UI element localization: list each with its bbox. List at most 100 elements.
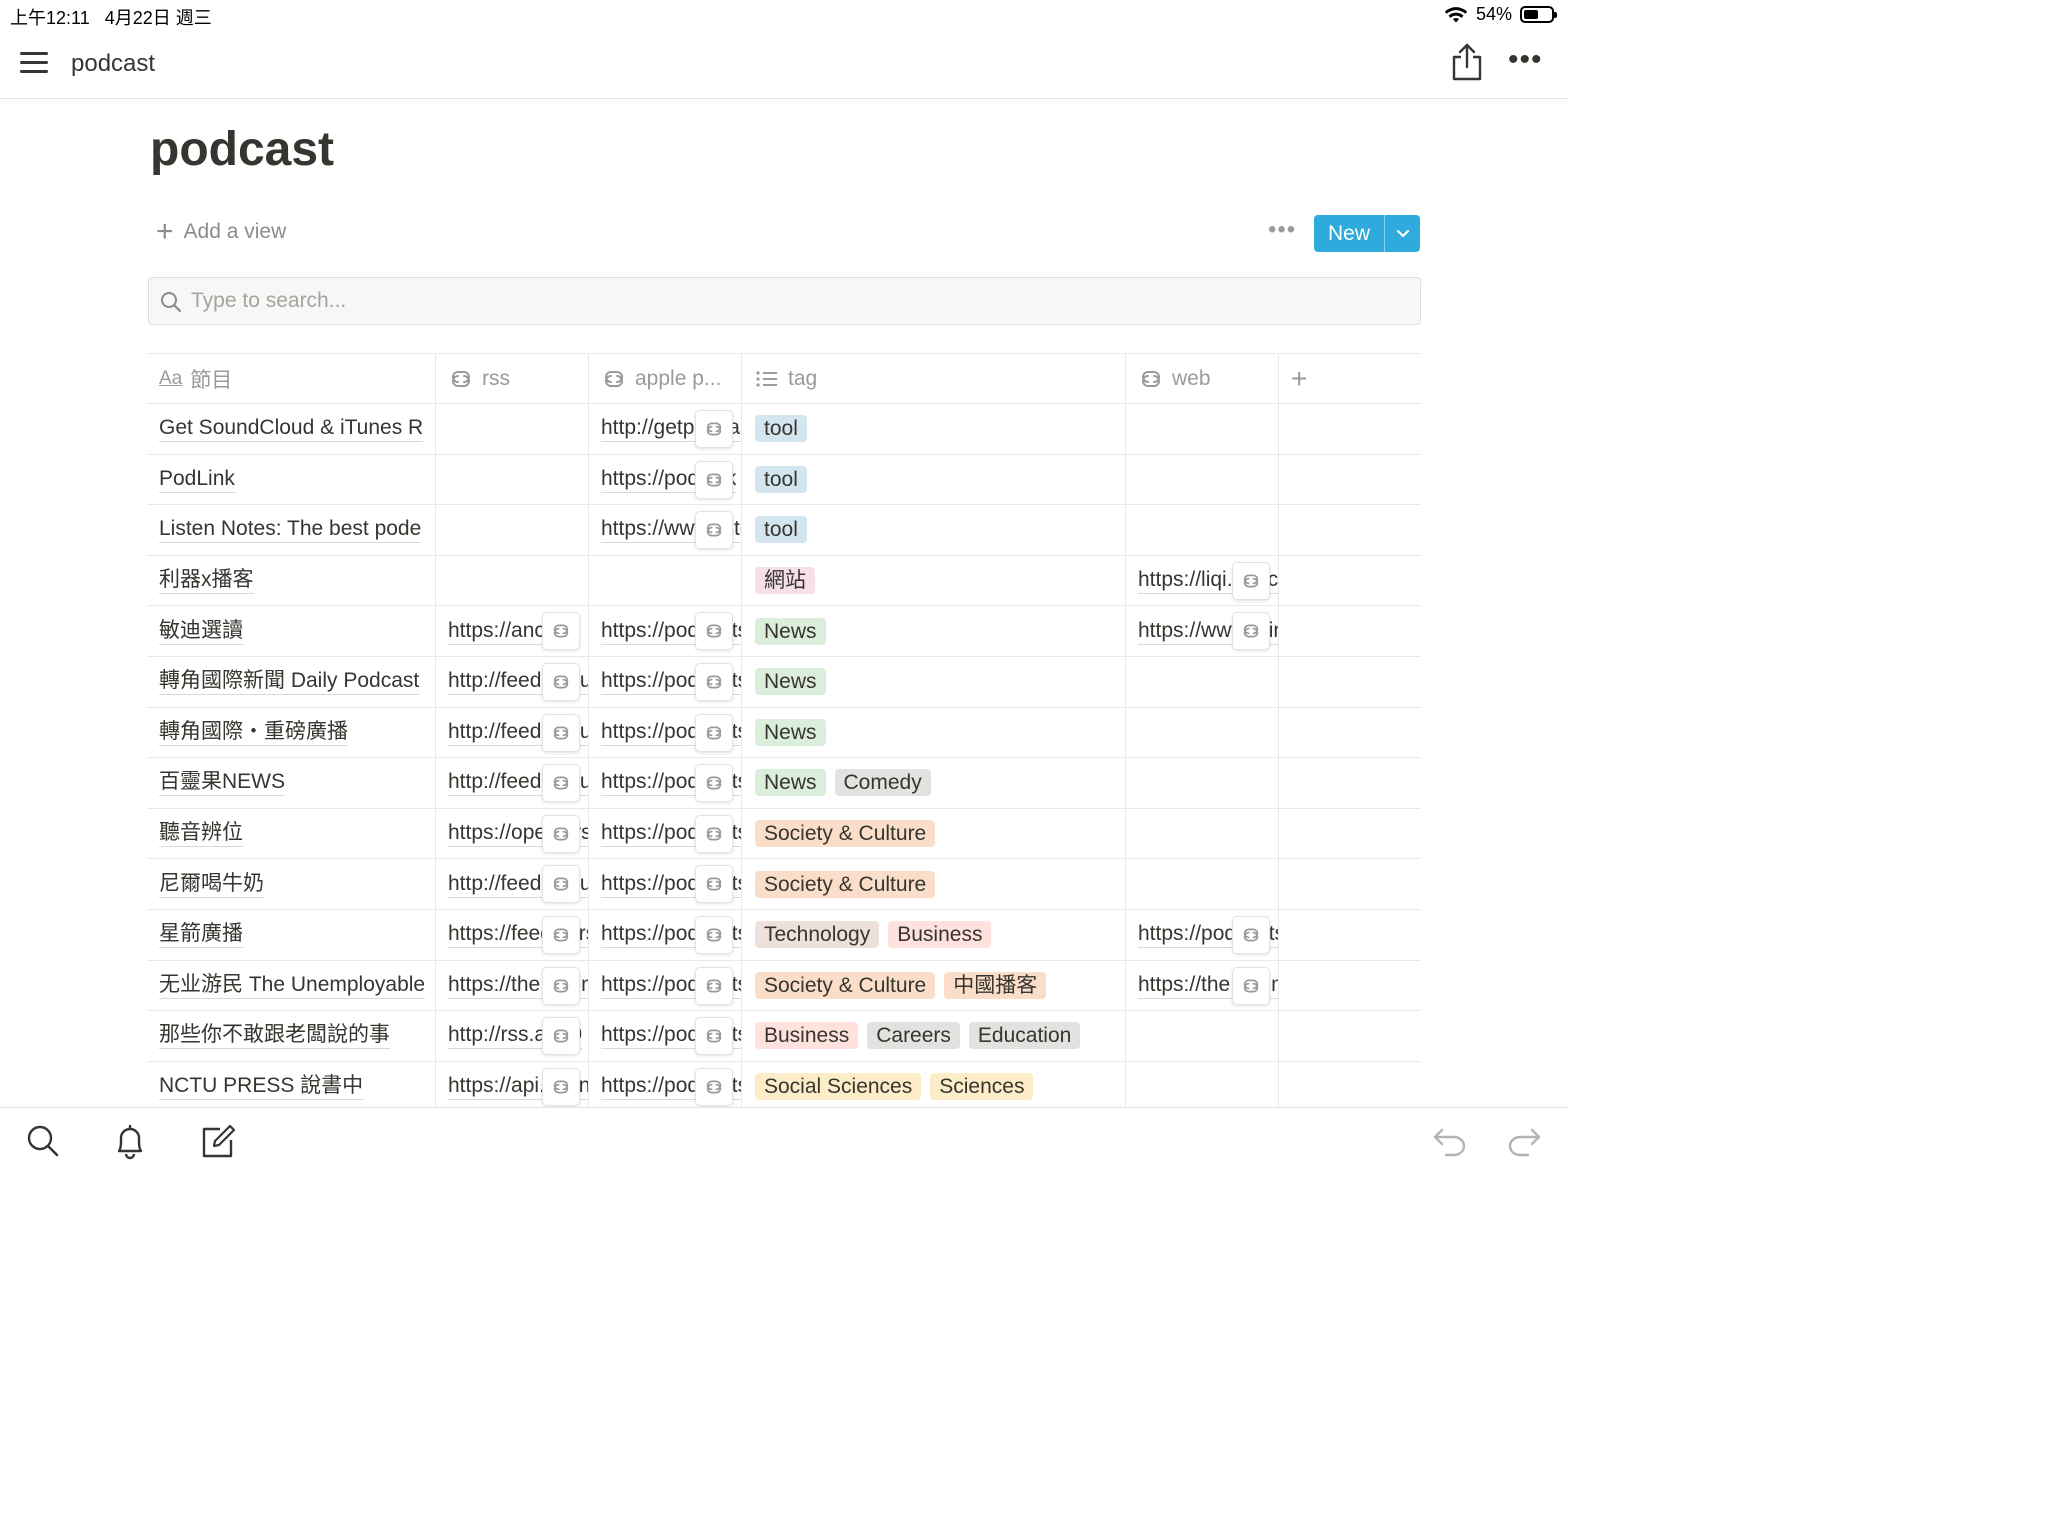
cell-apple[interactable]: https://podcasts bbox=[589, 707, 742, 758]
table-row[interactable]: 敏迪選讀 https://anchor https://podcasts New… bbox=[147, 606, 1421, 657]
cell-rss[interactable]: http://feeds.soundon bbox=[436, 758, 589, 808]
open-link-icon[interactable] bbox=[542, 662, 580, 701]
hamburger-menu-icon[interactable] bbox=[20, 50, 50, 76]
cell-rss[interactable] bbox=[436, 505, 589, 555]
table-row[interactable]: 轉角國際・重磅廣播 http://feeds.soundon https://p… bbox=[147, 707, 1421, 759]
cell-tag[interactable]: Technology Business bbox=[742, 909, 1126, 960]
cell-name[interactable]: 那些你不敢跟老闆說的事 bbox=[147, 1011, 436, 1061]
cell-tag[interactable]: News Comedy bbox=[742, 758, 1126, 808]
podcast-name[interactable]: 星箭廣播 bbox=[159, 921, 243, 949]
cell-web[interactable]: https://liqi.podcast bbox=[1126, 555, 1279, 606]
open-link-icon[interactable] bbox=[695, 865, 733, 904]
open-link-icon[interactable] bbox=[1232, 612, 1270, 651]
cell-web[interactable] bbox=[1126, 404, 1279, 454]
cell-apple[interactable]: https://podcasts bbox=[589, 808, 742, 859]
open-link-icon[interactable] bbox=[695, 612, 733, 651]
table-row[interactable]: Listen Notes: The best pode https://www.… bbox=[147, 505, 1421, 556]
cell-web[interactable] bbox=[1126, 707, 1279, 758]
column-header-rss[interactable]: rss bbox=[436, 354, 589, 404]
cell-apple[interactable]: https://podcasts bbox=[589, 606, 742, 656]
podcast-name[interactable]: PodLink bbox=[159, 466, 235, 493]
cell-tag[interactable]: Social Sciences Sciences bbox=[742, 1061, 1126, 1112]
podcast-name[interactable]: Listen Notes: The best pode bbox=[159, 516, 422, 544]
table-row[interactable]: 利器x播客 網站 https://liqi.podcast bbox=[147, 555, 1421, 607]
cell-rss[interactable]: https://feeds.firstory bbox=[436, 909, 589, 960]
open-link-icon[interactable] bbox=[695, 915, 733, 954]
cell-apple[interactable]: http://getpodcast bbox=[589, 404, 742, 454]
cell-name[interactable]: 无业游民 The Unemployable bbox=[147, 960, 436, 1011]
cell-tag[interactable]: 網站 bbox=[742, 555, 1126, 606]
new-button[interactable]: New bbox=[1314, 215, 1420, 252]
table-row[interactable]: 聽音辨位 https://open.firstory https://podca… bbox=[147, 808, 1421, 860]
open-link-icon[interactable] bbox=[1232, 915, 1270, 954]
cell-name[interactable]: Listen Notes: The best pode bbox=[147, 505, 436, 555]
cell-name[interactable]: 百靈果NEWS bbox=[147, 758, 436, 808]
cell-apple[interactable]: https://www.listennotes bbox=[589, 505, 742, 555]
podcast-name[interactable]: 轉角國際新聞 Daily Podcast bbox=[159, 668, 420, 696]
podcast-name[interactable]: 聽音辨位 bbox=[159, 820, 243, 848]
open-link-icon[interactable] bbox=[695, 1017, 733, 1056]
table-row[interactable]: 星箭廣播 https://feeds.firstory https://podc… bbox=[147, 909, 1421, 961]
cell-rss[interactable]: https://anchor bbox=[436, 606, 589, 656]
table-row[interactable]: 尼爾喝牛奶 http://feeds.soundon https://podca… bbox=[147, 859, 1421, 910]
open-link-icon[interactable] bbox=[695, 814, 733, 853]
cell-apple[interactable]: https://podcasts bbox=[589, 859, 742, 909]
open-link-icon[interactable] bbox=[542, 814, 580, 853]
cell-tag[interactable]: Society & Culture 中國播客 bbox=[742, 960, 1126, 1011]
cell-name[interactable]: PodLink bbox=[147, 454, 436, 505]
cell-tag[interactable]: News bbox=[742, 606, 1126, 656]
column-header-name[interactable]: Aa 節目 bbox=[147, 354, 436, 404]
cell-rss[interactable]: http://rss.art19 bbox=[436, 1011, 589, 1061]
open-link-icon[interactable] bbox=[542, 764, 580, 803]
cell-web[interactable] bbox=[1126, 656, 1279, 707]
add-view-button[interactable]: + Add a view bbox=[156, 217, 286, 247]
search-icon[interactable] bbox=[26, 1124, 60, 1158]
cell-name[interactable]: 尼爾喝牛奶 bbox=[147, 859, 436, 909]
open-link-icon[interactable] bbox=[542, 966, 580, 1005]
open-link-icon[interactable] bbox=[695, 460, 733, 499]
cell-rss[interactable]: http://feeds.soundon bbox=[436, 707, 589, 758]
table-row[interactable]: NCTU PRESS 說書中 https://api.soundon https… bbox=[147, 1061, 1421, 1113]
cell-apple[interactable]: https://podcasts bbox=[589, 909, 742, 960]
cell-rss[interactable]: https://open.firstory bbox=[436, 808, 589, 859]
open-link-icon[interactable] bbox=[1232, 561, 1270, 600]
cell-web[interactable]: https://the.unemployable bbox=[1126, 960, 1279, 1011]
open-link-icon[interactable] bbox=[695, 410, 733, 448]
podcast-name[interactable]: 无业游民 The Unemployable bbox=[159, 972, 426, 999]
cell-name[interactable]: 轉角國際新聞 Daily Podcast bbox=[147, 656, 436, 707]
open-link-icon[interactable] bbox=[695, 662, 733, 701]
share-icon[interactable] bbox=[1450, 42, 1484, 82]
podcast-name[interactable]: 轉角國際・重磅廣播 bbox=[159, 719, 348, 746]
open-link-icon[interactable] bbox=[695, 511, 733, 550]
open-link-icon[interactable] bbox=[542, 612, 580, 651]
cell-name[interactable]: 敏迪選讀 bbox=[147, 606, 436, 656]
table-row[interactable]: 百靈果NEWS http://feeds.soundon https://pod… bbox=[147, 758, 1421, 809]
cell-tag[interactable]: News bbox=[742, 707, 1126, 758]
cell-web[interactable]: https://www.minduck bbox=[1126, 606, 1279, 656]
cell-web[interactable] bbox=[1126, 859, 1279, 909]
open-link-icon[interactable] bbox=[695, 764, 733, 803]
cell-name[interactable]: 利器x播客 bbox=[147, 555, 436, 606]
podcast-name[interactable]: 敏迪選讀 bbox=[159, 618, 243, 645]
podcast-name[interactable]: 那些你不敢跟老闆說的事 bbox=[159, 1022, 390, 1050]
cell-rss[interactable] bbox=[436, 404, 589, 454]
cell-rss[interactable]: http://feeds.soundon bbox=[436, 859, 589, 909]
cell-tag[interactable]: Society & Culture bbox=[742, 859, 1126, 909]
podcast-name[interactable]: 百靈果NEWS bbox=[159, 769, 285, 797]
cell-apple[interactable]: https://podcasts bbox=[589, 960, 742, 1011]
podcast-name[interactable]: NCTU PRESS 說書中 bbox=[159, 1073, 364, 1101]
open-link-icon[interactable] bbox=[542, 1017, 580, 1056]
cell-tag[interactable]: News bbox=[742, 656, 1126, 707]
cell-tag[interactable]: tool bbox=[742, 404, 1126, 454]
cell-tag[interactable]: Business Careers Education bbox=[742, 1011, 1126, 1061]
podcast-name[interactable]: 利器x播客 bbox=[159, 567, 254, 595]
column-header-apple[interactable]: apple p... bbox=[589, 354, 742, 404]
cell-name[interactable]: 星箭廣播 bbox=[147, 909, 436, 960]
cell-web[interactable] bbox=[1126, 505, 1279, 555]
column-header-tag[interactable]: tag bbox=[742, 354, 1126, 404]
cell-name[interactable]: 轉角國際・重磅廣播 bbox=[147, 707, 436, 758]
cell-web[interactable] bbox=[1126, 1061, 1279, 1112]
open-link-icon[interactable] bbox=[1232, 966, 1270, 1005]
open-link-icon[interactable] bbox=[542, 865, 580, 904]
cell-rss[interactable]: https://the.unemployable bbox=[436, 960, 589, 1011]
